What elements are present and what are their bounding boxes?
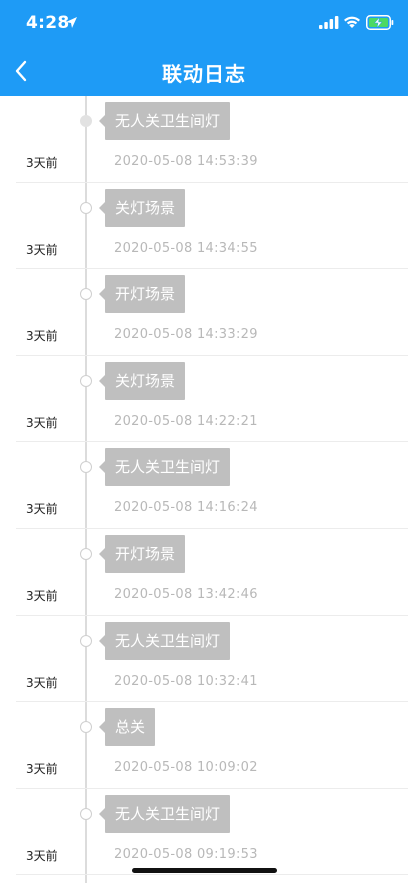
timestamp: 2020-05-08 14:33:29 — [114, 327, 258, 343]
log-item[interactable]: 3天前 开灯场景 2020-05-08 14:33:29 — [16, 269, 408, 356]
scene-name-bubble: 无人关卫生间灯 — [98, 621, 231, 660]
relative-time: 3天前 — [26, 675, 58, 690]
relative-time: 3天前 — [26, 156, 58, 170]
relative-time: 3天前 — [26, 329, 58, 344]
timestamp: 2020-05-08 10:09:02 — [114, 760, 258, 776]
scene-name-bubble: 无人关卫生间灯 — [98, 794, 231, 833]
log-item[interactable]: 3天前 开灯场景 2020-05-08 13:42:46 — [16, 529, 408, 616]
relative-time: 3天前 — [26, 502, 58, 517]
scene-name-bubble: 总关 — [98, 708, 156, 747]
timeline-dot — [80, 547, 92, 560]
wifi-icon — [344, 16, 360, 28]
relative-time: 3天前 — [26, 588, 58, 603]
timestamp: 2020-05-08 14:22:21 — [114, 413, 258, 429]
relative-time: 3天前 — [26, 242, 58, 257]
status-time: 4:28 — [26, 13, 70, 33]
relative-time: 3天前 — [26, 848, 58, 863]
page-title: 联动日志 — [162, 62, 246, 86]
timeline-dot — [80, 115, 92, 127]
log-item[interactable]: 3天前 关灯场景 2020-05-08 14:34:55 — [16, 183, 408, 270]
timestamp: 2020-05-08 14:53:39 — [114, 154, 258, 169]
log-item[interactable]: 3天前 无人关卫生间灯 2020-05-08 09:19:53 — [16, 789, 408, 876]
scene-name-bubble: 无人关卫生间灯 — [98, 102, 231, 140]
timestamp: 2020-05-08 09:19:53 — [114, 846, 258, 862]
scene-name-bubble: 开灯场景 — [98, 534, 186, 573]
cellular-signal-icon — [319, 16, 339, 29]
header: 4:28 联动日志 — [0, 0, 408, 96]
timestamp: 2020-05-08 14:34:55 — [114, 240, 258, 256]
app-screen: 4:28 联动日志 3天前 无人关卫生间灯 2020-05-08 14:53:3… — [0, 0, 408, 883]
timeline-dot — [80, 461, 92, 474]
nav-bar: 联动日志 — [0, 46, 408, 96]
scene-name-bubble: 关灯场景 — [98, 188, 186, 227]
timestamp: 2020-05-08 10:32:41 — [114, 673, 258, 689]
timeline-dot — [80, 374, 92, 387]
timestamp: 2020-05-08 14:16:24 — [114, 500, 258, 516]
timeline-dot — [80, 288, 92, 301]
scene-name-bubble: 关灯场景 — [98, 361, 186, 400]
location-arrow-icon — [66, 17, 77, 28]
relative-time: 3天前 — [26, 762, 58, 777]
log-item[interactable]: 3天前 无人关卫生间灯 2020-05-08 14:53:39 — [16, 96, 408, 183]
battery-charging-icon — [366, 15, 394, 30]
timeline-dot — [80, 201, 92, 214]
timeline-dot — [80, 721, 92, 734]
log-item[interactable]: 3天前 无人关卫生间灯 2020-05-08 14:16:24 — [16, 442, 408, 529]
log-item[interactable]: 3天前 无人关卫生间灯 2020-05-08 10:32:41 — [16, 616, 408, 703]
timeline-dot — [80, 807, 92, 820]
timeline-dot — [80, 634, 92, 647]
log-item[interactable]: 3天前 关灯场景 2020-05-08 14:22:21 — [16, 356, 408, 443]
scene-name-bubble: 无人关卫生间灯 — [98, 448, 231, 487]
log-item[interactable]: 3天前 总关 2020-05-08 10:09:02 — [16, 702, 408, 789]
timestamp: 2020-05-08 13:42:46 — [114, 586, 258, 602]
scene-name-bubble: 开灯场景 — [98, 275, 186, 314]
relative-time: 3天前 — [26, 415, 58, 430]
linkage-log-list[interactable]: 3天前 无人关卫生间灯 2020-05-08 14:53:39 3天前 关灯场景… — [0, 96, 408, 883]
home-indicator[interactable] — [132, 868, 277, 873]
status-bar: 4:28 — [0, 0, 408, 46]
